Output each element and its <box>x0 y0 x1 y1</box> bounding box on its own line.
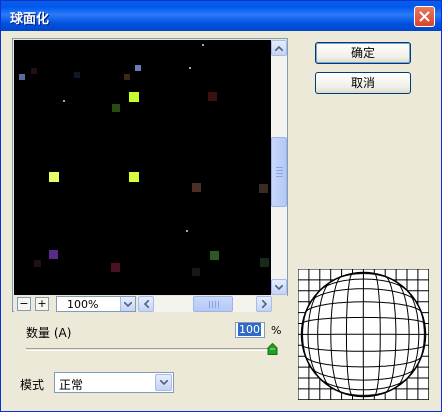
horizontal-scroll-thumb[interactable] <box>193 296 233 312</box>
ok-button[interactable]: 确定 <box>315 42 411 64</box>
preview-pixel <box>135 65 141 71</box>
thumb-grip <box>276 176 283 177</box>
preview-pixel <box>31 68 37 74</box>
thumb-grip <box>276 170 283 171</box>
thumb-grip <box>215 301 216 308</box>
thumb-grip <box>218 301 219 308</box>
arrow-right-icon <box>261 300 267 308</box>
preview-speck <box>202 44 204 46</box>
thumb-grip <box>209 301 210 308</box>
chevron-down-icon <box>124 301 132 307</box>
preview-pixel <box>210 251 219 260</box>
preview-pixel <box>49 172 59 182</box>
vertical-scrollbar[interactable] <box>271 40 287 295</box>
zoom-out-button[interactable]: − <box>17 297 31 311</box>
preview-speck <box>189 67 191 69</box>
thumb-grip <box>276 173 283 174</box>
preview-pixel <box>112 104 120 112</box>
zoom-in-button[interactable]: + <box>35 297 49 311</box>
zoom-value: 100% <box>67 298 99 311</box>
preview-speck <box>186 230 188 232</box>
zoom-dropdown-arrow[interactable] <box>120 297 135 311</box>
chevron-down-icon <box>159 380 168 385</box>
amount-label: 数量 (A) <box>26 326 72 340</box>
preview-pixel <box>34 260 41 267</box>
close-button[interactable] <box>414 6 435 27</box>
arrow-up-icon <box>275 45 283 51</box>
amount-value: 100 <box>238 323 261 336</box>
preview-pixel <box>259 184 268 193</box>
zoom-dropdown[interactable]: 100% <box>56 296 136 312</box>
vertical-scroll-thumb[interactable] <box>271 137 287 207</box>
preview-pixel <box>260 258 269 267</box>
mode-dropdown-arrow[interactable] <box>155 374 172 391</box>
scroll-up-button[interactable] <box>271 40 287 56</box>
scroll-down-button[interactable] <box>271 279 287 295</box>
preview-panel: − + 100% <box>12 38 288 312</box>
amount-slider-track[interactable] <box>26 348 276 351</box>
mode-label: 模式 <box>20 378 45 392</box>
thumb-grip <box>212 301 213 308</box>
preview-speck <box>63 100 65 102</box>
amount-input[interactable]: 100 <box>235 322 265 338</box>
arrow-down-icon <box>275 284 283 290</box>
scroll-left-button[interactable] <box>138 296 154 312</box>
preview-toolbar: − + 100% <box>14 296 288 312</box>
preview-pixel <box>49 250 58 259</box>
preview-pixel <box>192 183 201 192</box>
scroll-right-button[interactable] <box>256 296 272 312</box>
preview-pixel <box>74 72 80 78</box>
thumb-grip <box>276 167 283 168</box>
sphere-grid-icon <box>298 269 429 400</box>
slider-thumb-icon[interactable] <box>267 343 278 355</box>
cancel-button[interactable]: 取消 <box>315 72 411 94</box>
preview-pixel <box>124 74 130 80</box>
preview-pixel <box>129 92 139 102</box>
title-bar[interactable]: 球面化 <box>1 1 441 31</box>
preview-pixel <box>192 268 200 276</box>
preview-pixel <box>129 172 139 182</box>
spherize-dialog: 球面化 − + 100% 确定 取消 数量 (A) 100 % 模式 正常 <box>0 0 442 412</box>
preview-pixel <box>19 74 25 80</box>
amount-unit: % <box>271 324 282 337</box>
preview-pixel <box>111 263 120 272</box>
horizontal-scrollbar[interactable] <box>138 296 272 312</box>
window-title: 球面化 <box>10 12 50 27</box>
preview-pixel <box>208 92 217 101</box>
mode-dropdown[interactable]: 正常 <box>54 372 174 393</box>
arrow-left-icon <box>143 300 149 308</box>
preview-image[interactable] <box>14 40 271 295</box>
mode-value: 正常 <box>59 378 84 392</box>
close-icon <box>419 11 430 22</box>
